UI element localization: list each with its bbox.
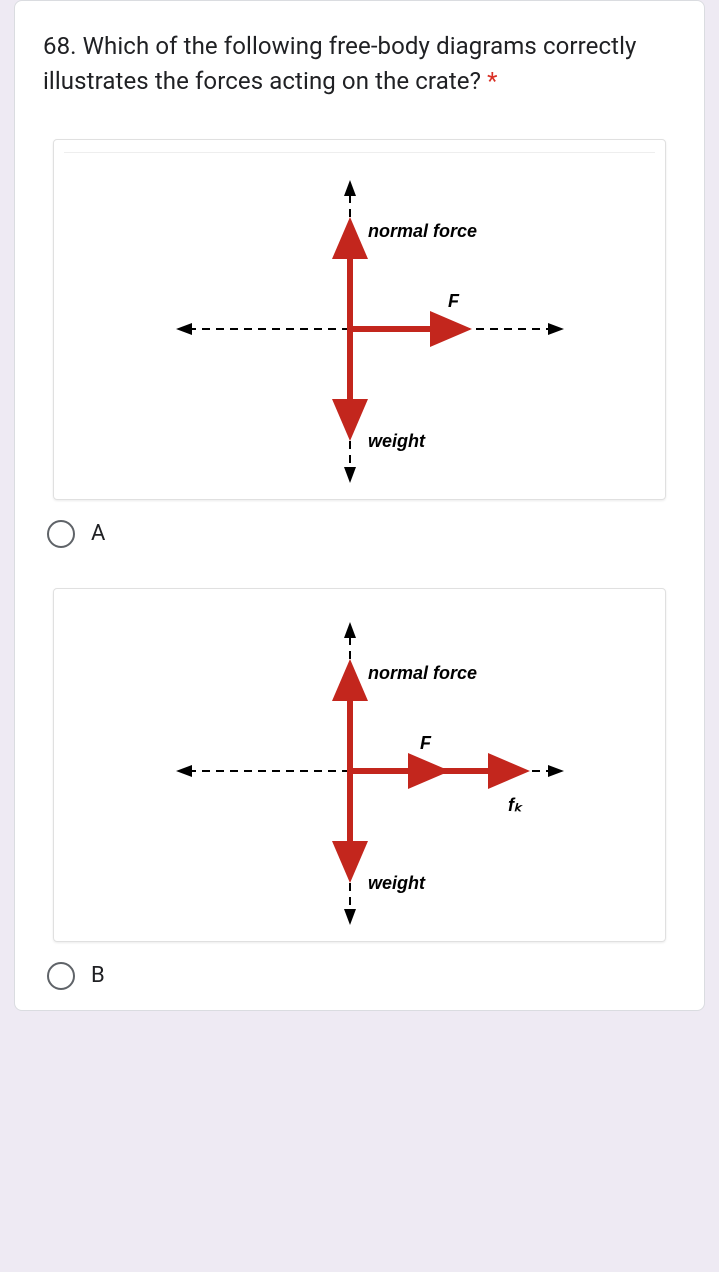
- option-a-label: A: [91, 521, 105, 546]
- question-text: 68. Which of the following free-body dia…: [43, 29, 676, 99]
- label-F-b: F: [420, 733, 432, 753]
- label-normal-a: normal force: [368, 221, 477, 241]
- option-b-radio-row[interactable]: B: [43, 962, 676, 990]
- label-fk-b: fₖ: [508, 795, 523, 815]
- divider: [64, 152, 655, 153]
- radio-a[interactable]: [47, 520, 75, 548]
- label-F-a: F: [448, 291, 460, 311]
- option-b-block: normal force F fₖ weight B: [43, 588, 676, 990]
- option-b-label: B: [91, 963, 105, 988]
- question-body: 68. Which of the following free-body dia…: [43, 32, 637, 95]
- question-card: 68. Which of the following free-body dia…: [14, 0, 705, 1011]
- option-a-radio-row[interactable]: A: [43, 520, 676, 548]
- label-weight-b: weight: [368, 873, 426, 893]
- option-a-block: normal force F weight A: [43, 139, 676, 548]
- diagram-a-card: normal force F weight: [53, 139, 666, 500]
- diagram-b-card: normal force F fₖ weight: [53, 588, 666, 942]
- required-asterisk: *: [487, 67, 497, 95]
- free-body-diagram-b: normal force F fₖ weight: [120, 601, 600, 941]
- free-body-diagram-a: normal force F weight: [120, 159, 600, 499]
- label-weight-a: weight: [368, 431, 426, 451]
- radio-b[interactable]: [47, 962, 75, 990]
- label-normal-b: normal force: [368, 663, 477, 683]
